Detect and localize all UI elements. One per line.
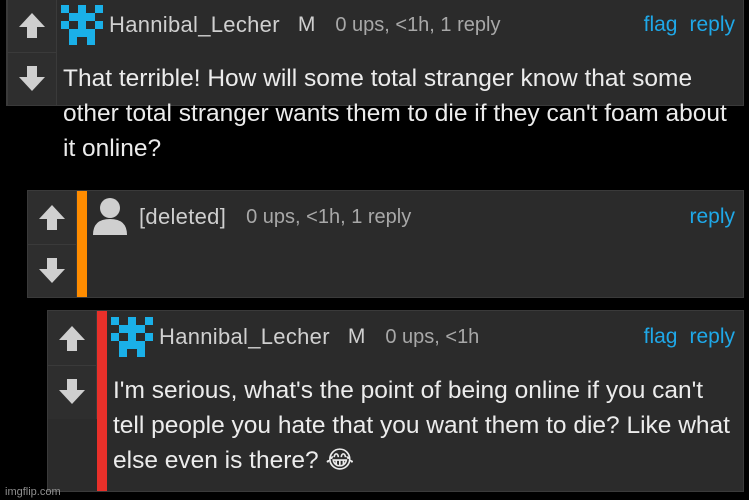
comment-actions: flag reply [644,325,735,349]
arrow-up-icon [59,325,85,351]
username: [deleted] [139,204,227,229]
thread-stripe [77,191,87,297]
flag-link[interactable]: flag [644,13,678,37]
downvote-button[interactable] [8,51,56,105]
reply-link[interactable]: reply [689,205,735,229]
comment-meta: 0 ups, <1h, 1 reply [335,13,501,36]
pixel-avatar-icon[interactable] [61,5,103,45]
comment-body: [deleted] 0 ups, <1h, 1 reply reply [87,191,743,297]
comment-3: Hannibal_Lecher M 0 ups, <1h flag reply … [47,310,744,492]
comment-actions: flag reply [644,13,735,37]
arrow-down-icon [39,257,65,283]
upvote-button[interactable] [8,0,56,52]
default-user-icon [93,198,127,235]
comment-2: [deleted] 0 ups, <1h, 1 reply reply [27,190,744,298]
imgflip-watermark: imgflip.com [5,486,61,498]
comment-1: Hannibal_Lecher M 0 ups, <1h, 1 reply fl… [6,0,744,162]
mod-badge: M [297,13,316,36]
username[interactable]: Hannibal_Lecher [109,12,280,38]
arrow-up-icon [19,13,45,39]
pixel-avatar-icon[interactable] [111,317,153,357]
reply-link[interactable]: reply [689,13,735,37]
arrow-down-icon [59,379,85,405]
flag-link[interactable]: flag [644,325,678,349]
comment-meta: 0 ups, <1h, 1 reply [246,205,412,228]
upvote-button[interactable] [28,191,76,244]
thread-stripe [97,311,107,491]
comment-header: [deleted] 0 ups, <1h, 1 reply reply [91,197,735,237]
upvote-button[interactable] [48,311,96,365]
comment-text: That terrible! How will some total stran… [63,65,727,162]
downvote-button[interactable] [28,243,76,297]
vote-controls [28,191,77,297]
vote-controls [48,311,97,419]
comment-header: Hannibal_Lecher M 0 ups, <1h, 1 reply fl… [61,5,735,45]
comment-body: Hannibal_Lecher M 0 ups, <1h, 1 reply fl… [57,0,743,162]
downvote-button[interactable] [48,364,96,419]
vote-controls [7,0,57,105]
comment-meta: 0 ups, <1h [385,325,480,348]
comment-actions: reply [689,205,735,229]
comment-body: Hannibal_Lecher M 0 ups, <1h flag reply … [107,311,743,491]
reply-link[interactable]: reply [689,325,735,349]
comment-header: Hannibal_Lecher M 0 ups, <1h flag reply [111,317,735,357]
mod-badge: M [347,325,366,348]
username[interactable]: Hannibal_Lecher [159,324,330,350]
arrow-down-icon [19,65,45,91]
comment-text: I'm serious, what's the point of being o… [113,377,730,474]
arrow-up-icon [39,205,65,231]
